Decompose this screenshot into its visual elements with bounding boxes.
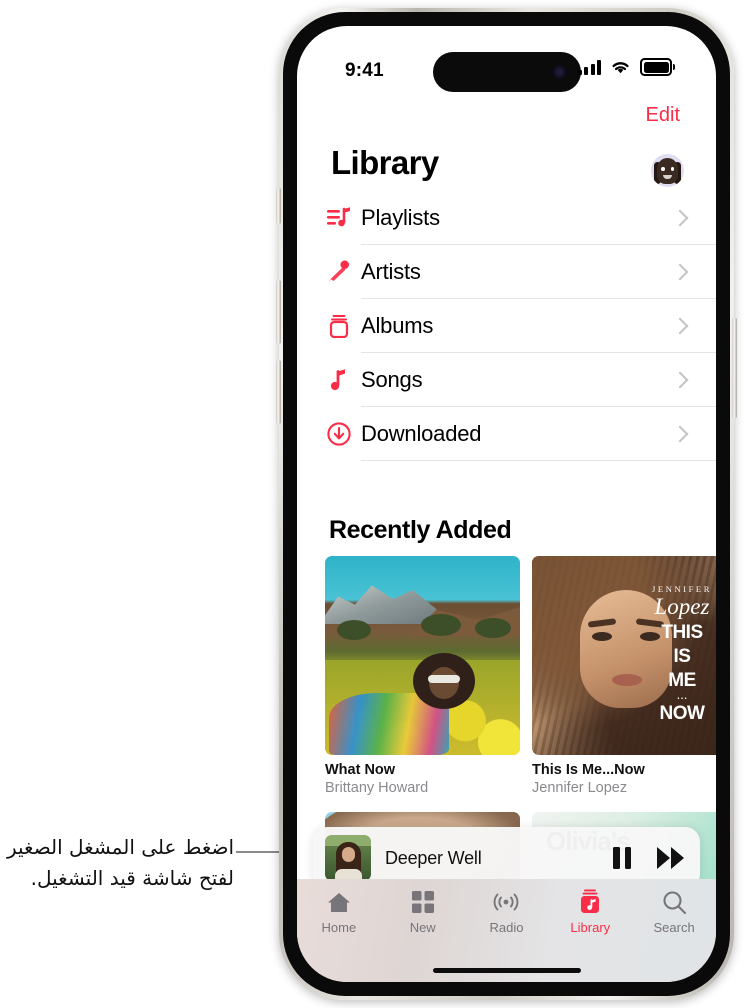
chevron-right-icon xyxy=(671,317,689,335)
row-separator xyxy=(361,460,716,461)
tab-label: Library xyxy=(570,920,611,935)
sidebar-item-playlists[interactable]: Playlists xyxy=(317,191,716,245)
pause-icon[interactable] xyxy=(613,847,631,869)
chevron-right-icon xyxy=(671,425,689,443)
eye-left xyxy=(592,632,612,641)
sidebar-item-label: Playlists xyxy=(361,205,440,230)
sidebar-item-songs[interactable]: Songs xyxy=(317,353,716,407)
album-artwork xyxy=(325,556,520,755)
cover-line-1: THIS xyxy=(661,622,703,643)
library-list: Playlists Artists Albums Songs Downloade… xyxy=(297,191,716,461)
tab-bar: Home New Radio Library Search xyxy=(297,879,716,982)
page-title: Library xyxy=(331,144,439,181)
sidebar-item-label: Downloaded xyxy=(361,421,482,446)
album-artist: Brittany Howard xyxy=(325,780,429,796)
album-title: This Is Me...Now xyxy=(532,762,645,778)
cellular-bars-icon xyxy=(577,59,601,75)
mini-player-track-title: Deeper Well xyxy=(385,847,482,868)
callout-text: اضغط على المشغل الصغير لفتح شاشة قيد الت… xyxy=(6,835,234,890)
recently-added-grid: What Now Brittany Howard JENNIFER Lopez … xyxy=(325,556,716,796)
tab-label: Radio xyxy=(489,920,524,935)
cover-first-name: JENNIFER xyxy=(652,584,712,594)
volume-down-button[interactable] xyxy=(276,360,281,424)
phone-screen: 9:41 Edit Library Playlists Artists Albu… xyxy=(297,26,716,982)
bush-shape xyxy=(421,614,461,636)
chevron-right-icon xyxy=(671,209,689,227)
tab-label: Home xyxy=(321,920,357,935)
tab-home[interactable]: Home xyxy=(297,889,381,935)
avatar[interactable] xyxy=(651,154,684,187)
sidebar-item-label: Albums xyxy=(361,313,434,338)
bush-shape xyxy=(337,620,371,640)
cover-ellipsis: ... xyxy=(676,687,688,702)
tab-search[interactable]: Search xyxy=(632,889,716,935)
status-bar: 9:41 xyxy=(297,26,716,92)
edit-button[interactable]: Edit xyxy=(646,104,680,127)
artwork-face xyxy=(342,847,355,862)
phone-bezel: 9:41 Edit Library Playlists Artists Albu… xyxy=(283,12,730,996)
albums-icon xyxy=(317,314,361,338)
sidebar-item-label: Artists xyxy=(361,259,421,284)
avatar-face xyxy=(657,158,678,184)
tab-library[interactable]: Library xyxy=(548,889,632,935)
playlist-icon xyxy=(317,206,361,230)
status-icons xyxy=(577,58,675,76)
dynamic-island xyxy=(432,52,581,92)
battery-icon xyxy=(640,58,675,76)
sidebar-item-label: Songs xyxy=(361,367,423,392)
cover-line-4: NOW xyxy=(659,703,705,724)
fast-forward-icon[interactable] xyxy=(657,847,684,869)
album-title: What Now xyxy=(325,762,396,778)
sidebar-item-downloaded[interactable]: Downloaded xyxy=(317,407,716,461)
tab-radio[interactable]: Radio xyxy=(465,889,549,935)
figure-face xyxy=(429,667,459,699)
home-indicator[interactable] xyxy=(432,968,581,973)
grid-icon xyxy=(411,889,435,915)
download-circle-icon xyxy=(317,422,361,446)
power-button[interactable] xyxy=(732,318,737,418)
library-icon xyxy=(577,889,603,915)
tab-new[interactable]: New xyxy=(381,889,465,935)
mini-player-artwork xyxy=(325,835,371,881)
album-artwork: JENNIFER Lopez THIS IS ME ... NOW xyxy=(532,556,716,755)
wifi-icon xyxy=(612,62,629,74)
microphone-icon xyxy=(317,260,361,284)
cover-line-2: IS xyxy=(673,646,691,667)
album-cover-text: JENNIFER Lopez THIS IS ME ... NOW xyxy=(645,584,716,723)
avatar-eye-left xyxy=(661,167,665,171)
tab-label: New xyxy=(409,920,436,935)
iphone-device-frame: 9:41 Edit Library Playlists Artists Albu… xyxy=(276,8,737,1000)
chevron-right-icon xyxy=(671,263,689,281)
home-icon xyxy=(326,889,352,915)
radio-icon xyxy=(490,889,522,915)
mountain-shape xyxy=(325,585,439,624)
action-button[interactable] xyxy=(276,188,281,224)
volume-up-button[interactable] xyxy=(276,280,281,344)
avatar-eye-right xyxy=(670,167,674,171)
search-icon xyxy=(662,889,687,915)
sidebar-item-artists[interactable]: Artists xyxy=(317,245,716,299)
front-camera-icon xyxy=(551,64,567,80)
cover-script-name: Lopez xyxy=(654,594,710,619)
album-card-this-is-me-now[interactable]: JENNIFER Lopez THIS IS ME ... NOW This I… xyxy=(532,556,716,796)
chevron-right-icon xyxy=(671,371,689,389)
album-card-what-now[interactable]: What Now Brittany Howard xyxy=(325,556,520,796)
album-artist: Jennifer Lopez xyxy=(532,780,628,796)
tab-label: Search xyxy=(653,920,695,935)
music-note-icon xyxy=(317,368,361,392)
bush-shape xyxy=(475,618,511,638)
section-heading-recently-added: Recently Added xyxy=(329,516,512,544)
sidebar-item-albums[interactable]: Albums xyxy=(317,299,716,353)
status-time: 9:41 xyxy=(345,60,384,81)
lips-shape xyxy=(612,674,642,686)
sunglasses-shape xyxy=(428,675,460,683)
